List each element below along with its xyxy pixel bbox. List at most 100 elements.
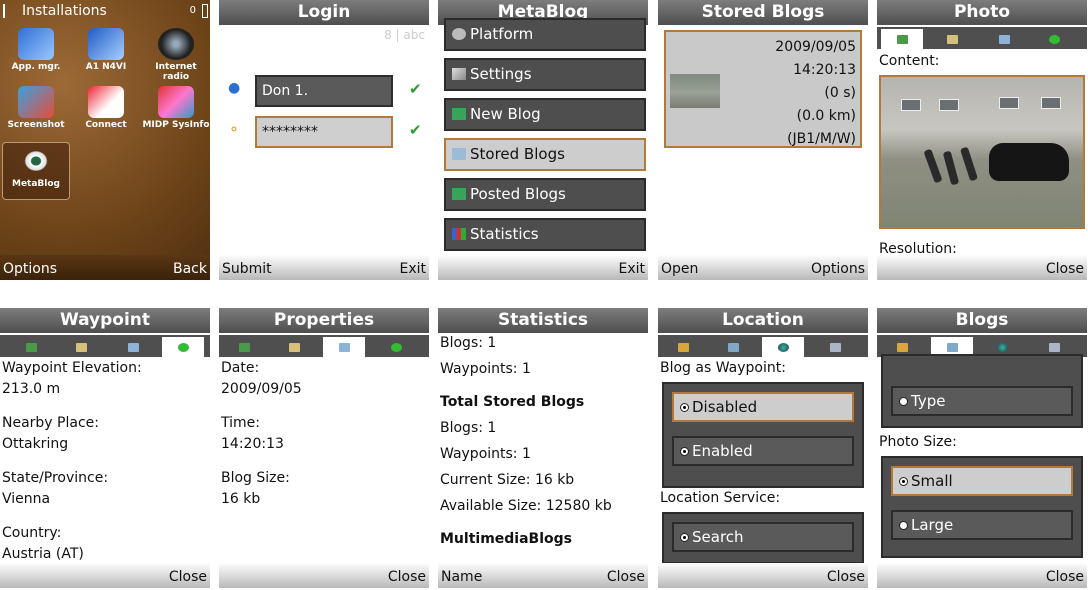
signal-icon	[3, 4, 15, 18]
back-softkey[interactable]: Back	[173, 255, 207, 280]
stored-blogs-screen: Stored Blogs 2009/09/05 14:20:13 (0 s) (…	[658, 0, 868, 280]
option-large[interactable]: Large	[891, 510, 1073, 540]
radio-selected-icon	[680, 403, 689, 412]
blogs-title: Blogs	[877, 308, 1087, 333]
tab-properties[interactable]	[323, 337, 365, 357]
input-mode-indicator: 8 | abc	[384, 28, 425, 42]
app-label: Screenshot	[7, 120, 65, 130]
waypoints-count: Waypoints: 1	[440, 361, 531, 377]
metablog-menu-screen: MetaBlog Platform Settings New Blog Stor…	[438, 0, 648, 280]
building-window	[939, 99, 959, 111]
exit-softkey[interactable]: Exit	[399, 255, 426, 280]
tab-waypoint[interactable]	[1033, 29, 1075, 49]
username-field[interactable]: Don 1.	[255, 75, 393, 107]
app-internet-radio[interactable]: Internet radio	[142, 26, 210, 84]
option-type[interactable]: Type	[891, 386, 1073, 416]
option-small[interactable]: Small	[891, 466, 1073, 496]
globe-icon	[996, 342, 1008, 352]
tab-photo[interactable]	[10, 337, 52, 357]
blog-duration: (0 s)	[824, 85, 856, 101]
statistics-screen: Statistics Blogs: 1 Waypoints: 1 Total S…	[438, 308, 648, 588]
option-enabled[interactable]: Enabled	[672, 436, 854, 466]
menu-item-platform[interactable]: Platform	[444, 18, 646, 51]
radio-selected-icon	[680, 447, 689, 456]
option-label: Small	[911, 472, 953, 490]
location-service-label: Location Service:	[660, 490, 781, 506]
tab-lock[interactable]	[662, 337, 704, 357]
options-softkey[interactable]: Options	[3, 255, 57, 280]
exit-softkey[interactable]: Exit	[618, 255, 645, 280]
lock-icon	[677, 342, 689, 352]
menu-item-statistics[interactable]: Statistics	[444, 218, 646, 251]
properties-icon	[338, 342, 350, 352]
blog-thumbnail	[670, 74, 720, 108]
app-midp-sysinfo[interactable]: MIDP SysInfo	[142, 84, 210, 142]
properties-screen: Properties Date: 2009/09/05 Time: 14:20:…	[219, 308, 429, 588]
navigator-icon	[88, 28, 124, 60]
photo-screen: Photo Content: Resolution: Close	[877, 0, 1087, 280]
softkey-bar: Close	[877, 255, 1087, 280]
tab-properties[interactable]	[983, 29, 1025, 49]
app-metablog[interactable]: MetaBlog	[2, 142, 70, 200]
menu-item-label: Settings	[470, 65, 532, 83]
option-label: Enabled	[692, 442, 753, 460]
option-disabled[interactable]: Disabled	[672, 392, 854, 422]
app-screenshot[interactable]: Screenshot	[2, 84, 70, 142]
close-softkey[interactable]: Close	[169, 563, 207, 588]
radio-selected-icon	[680, 533, 689, 542]
app-app-mgr[interactable]: App. mgr.	[2, 26, 70, 84]
tab-blogs[interactable]	[712, 337, 754, 357]
close-softkey[interactable]: Close	[388, 563, 426, 588]
menu-item-posted-blogs[interactable]: Posted Blogs	[444, 178, 646, 211]
app-label: MetaBlog	[11, 179, 60, 189]
password-field[interactable]: ********	[255, 116, 393, 148]
options-softkey[interactable]: Options	[811, 255, 865, 280]
screenshot-icon	[18, 86, 54, 118]
radio-icon	[899, 397, 908, 406]
open-softkey[interactable]: Open	[661, 255, 698, 280]
blog-distance: (0.0 km)	[796, 108, 856, 124]
tab-settings[interactable]	[273, 337, 315, 357]
menu-item-new-blog[interactable]: New Blog	[444, 98, 646, 131]
tab-location[interactable]	[762, 337, 804, 357]
app-manager-icon	[18, 28, 54, 60]
close-softkey[interactable]: Close	[1046, 563, 1084, 588]
installations-title: Installations	[22, 3, 107, 19]
statistics-title: Statistics	[438, 308, 648, 333]
menu-item-label: Stored Blogs	[470, 145, 565, 163]
app-connect[interactable]: Connect	[72, 84, 140, 142]
tab-photo[interactable]	[881, 29, 923, 49]
option-search[interactable]: Search	[672, 522, 854, 552]
submit-softkey[interactable]: Submit	[222, 255, 272, 280]
tab-waypoint[interactable]	[162, 337, 204, 357]
tab-waypoint[interactable]	[375, 337, 417, 357]
tab-photo[interactable]	[223, 337, 265, 357]
stored-blogs-title: Stored Blogs	[658, 0, 868, 25]
properties-icon	[998, 34, 1010, 44]
total-blogs-count: Blogs: 1	[440, 420, 497, 436]
login-screen: Login 8 | abc ● Don 1. ✔ ⚬ ******** ✔ Su…	[219, 0, 429, 280]
battery-icon	[202, 4, 208, 18]
pin-icon	[1048, 34, 1060, 44]
close-softkey[interactable]: Close	[607, 563, 645, 588]
properties-icon	[127, 342, 139, 352]
total-waypoints-count: Waypoints: 1	[440, 446, 531, 462]
menu-item-stored-blogs[interactable]: Stored Blogs	[444, 138, 646, 171]
network-icon	[829, 342, 841, 352]
close-softkey[interactable]: Close	[827, 563, 865, 588]
name-softkey[interactable]: Name	[441, 563, 482, 588]
softkey-bar: Open Options	[658, 255, 868, 280]
app-label: A1 N4VI	[85, 62, 127, 72]
stored-blog-item[interactable]: 2009/09/05 14:20:13 (0 s) (0.0 km) (JB1/…	[664, 30, 862, 148]
menu-item-settings[interactable]: Settings	[444, 58, 646, 91]
tab-settings[interactable]	[60, 337, 102, 357]
tab-settings[interactable]	[931, 29, 973, 49]
tab-network[interactable]	[814, 337, 856, 357]
app-a1-navi[interactable]: A1 N4VI	[72, 26, 140, 84]
close-softkey[interactable]: Close	[1046, 255, 1084, 280]
location-screen: Location Blog as Waypoint: Disabled Enab…	[658, 308, 868, 588]
gear-icon	[452, 28, 466, 40]
country-label: Country:	[2, 525, 62, 541]
option-label: Disabled	[692, 398, 758, 416]
tab-properties[interactable]	[112, 337, 154, 357]
